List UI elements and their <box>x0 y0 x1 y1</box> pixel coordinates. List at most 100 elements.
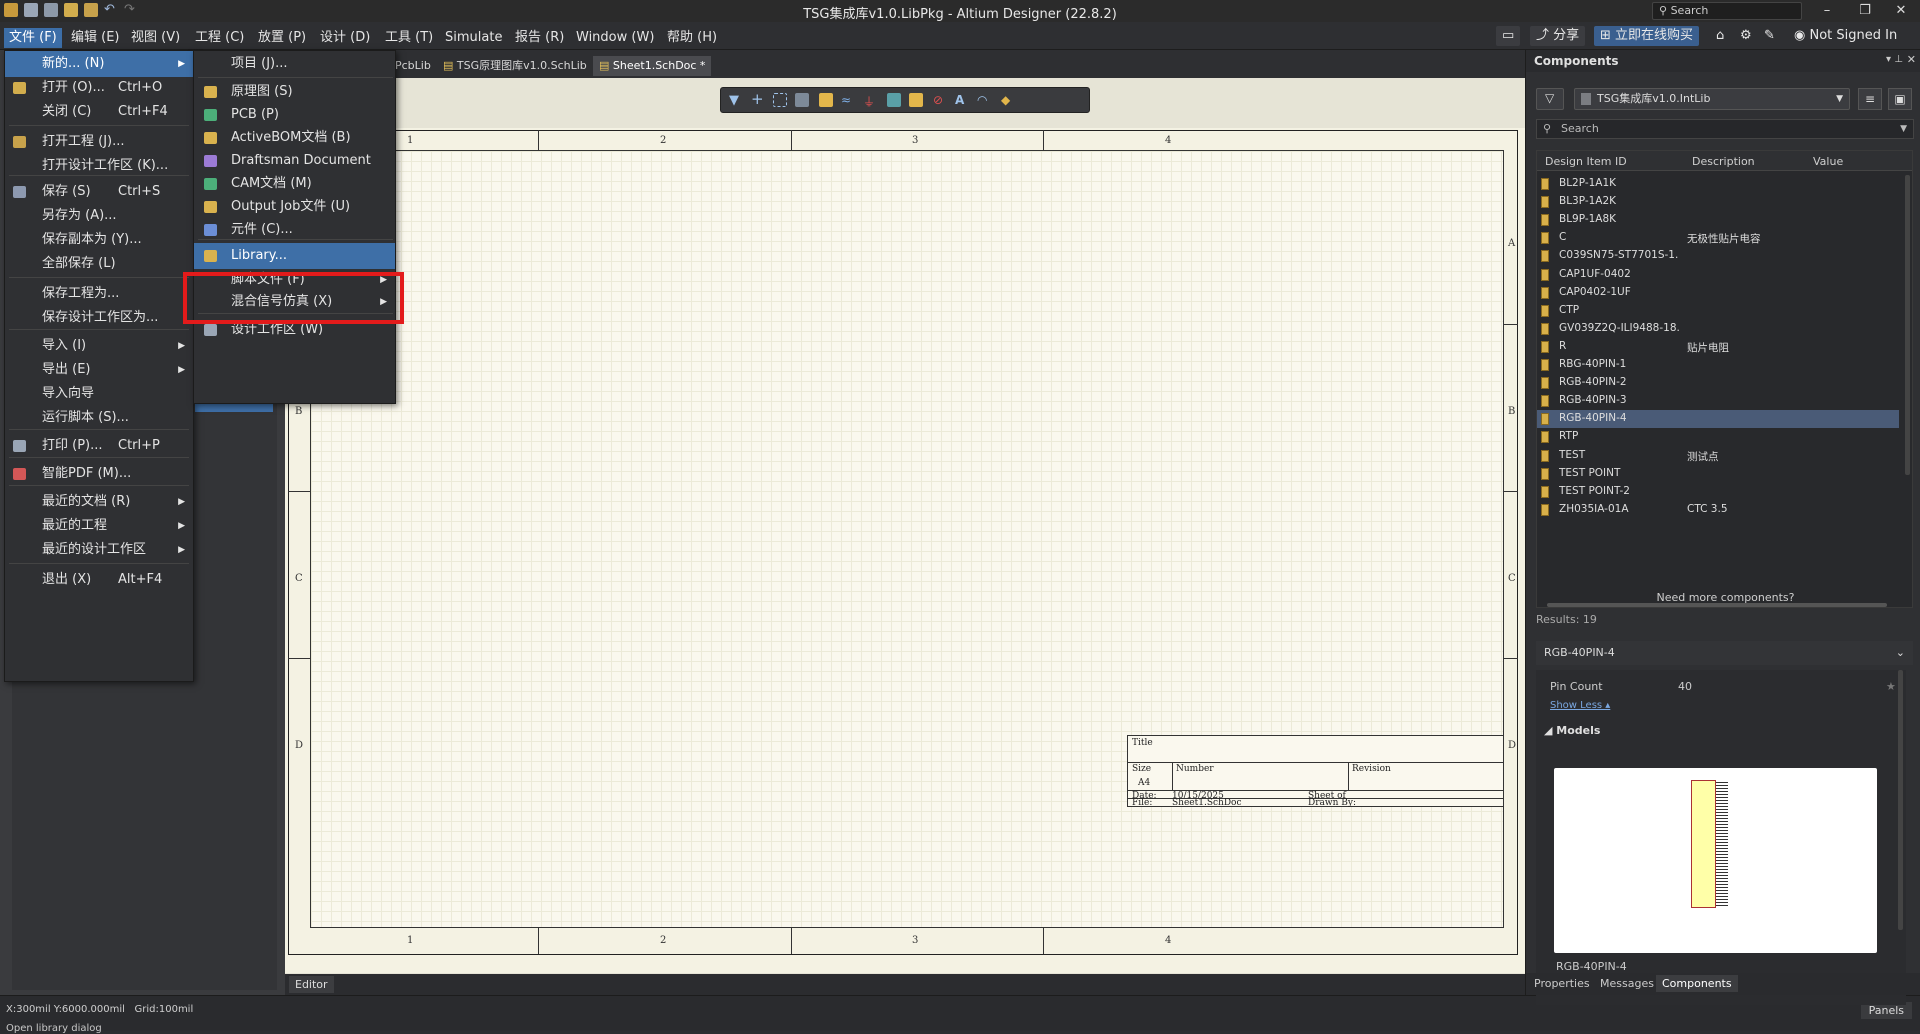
menu-help[interactable]: 帮助 (H) <box>662 28 722 48</box>
menu-project[interactable]: 工程 (C) <box>190 28 249 48</box>
port-icon[interactable] <box>909 93 923 107</box>
table-row[interactable]: RTP <box>1537 428 1899 446</box>
file-menu-item[interactable]: 新的... (N) ▶ <box>5 51 193 77</box>
file-menu-item[interactable]: 最近的文档 (R) ▶ <box>5 489 193 515</box>
col-design-item-id[interactable]: Design Item ID <box>1545 155 1627 168</box>
collapse-icon[interactable]: ⌄ <box>1896 641 1905 665</box>
table-row[interactable]: TEST POINT <box>1537 465 1899 483</box>
menu-place[interactable]: 放置 (P) <box>253 28 311 48</box>
notifications-icon[interactable]: ▭ <box>1496 26 1520 46</box>
table-row[interactable]: CTP <box>1537 302 1899 320</box>
close-button[interactable]: ✕ <box>1886 2 1916 20</box>
file-menu-item[interactable]: 最近的设计工作区 ▶ <box>5 537 193 563</box>
panel-menu-icon[interactable]: ▾ <box>1886 54 1891 65</box>
new-submenu-item[interactable]: 项目 (J)... <box>194 51 395 77</box>
table-row[interactable]: BL2P-1A1K <box>1537 175 1899 193</box>
vertical-scrollbar[interactable] <box>1905 175 1910 475</box>
file-menu-item[interactable]: 保存设计工作区为... <box>5 305 193 331</box>
filter-icon[interactable]: ▼ <box>729 93 743 108</box>
tab-pcblib[interactable]: PcbLib <box>389 56 437 76</box>
preview-toggle-icon[interactable]: ▣ <box>1888 88 1912 110</box>
table-row[interactable]: BL9P-1A8K <box>1537 211 1899 229</box>
maximize-button[interactable]: ❐ <box>1850 2 1880 20</box>
file-menu-item[interactable]: 全部保存 (L) <box>5 251 193 277</box>
file-menu-item[interactable]: 保存 (S) Ctrl+S <box>5 179 193 205</box>
select-area-icon[interactable] <box>773 93 787 107</box>
pin-icon[interactable]: ⊥ <box>1894 54 1903 65</box>
file-menu-item[interactable]: 另存为 (A)... <box>5 203 193 229</box>
chevron-down-icon[interactable]: ▼ <box>1900 120 1907 138</box>
table-row[interactable]: RBG-40PIN-1 <box>1537 356 1899 374</box>
menu-file[interactable]: 文件 (F) <box>4 28 62 48</box>
net-label-icon[interactable] <box>887 93 901 107</box>
table-row[interactable]: C039SN75-ST7701S-1... <box>1537 247 1899 265</box>
models-section-label[interactable]: ◢ Models <box>1544 724 1600 737</box>
file-menu-item[interactable]: 打开工程 (J)... <box>5 129 193 155</box>
file-menu-item[interactable]: 导入向导 <box>5 381 193 407</box>
file-menu-item[interactable]: 退出 (X) Alt+F4 <box>5 567 193 593</box>
tab-sheet1[interactable]: ▤ Sheet1.SchDoc * <box>593 56 712 76</box>
table-row[interactable]: ZH035IA-01A CTC 3.5 <box>1537 501 1899 519</box>
col-value[interactable]: Value <box>1813 155 1843 168</box>
directive-icon[interactable]: ⊘ <box>933 93 947 107</box>
text-icon[interactable]: A <box>955 93 969 107</box>
menu-edit[interactable]: 编辑 (E) <box>66 28 125 48</box>
global-search-input[interactable]: ⚲ Search <box>1652 2 1802 20</box>
list-view-icon[interactable]: ≡ <box>1858 88 1882 110</box>
buy-online-button[interactable]: ⊞ 立即在线购买 <box>1594 26 1700 46</box>
detail-header[interactable]: RGB-40PIN-4 ⌄ <box>1536 641 1913 665</box>
components-search-input[interactable]: ⚲ Search ▼ <box>1536 119 1914 139</box>
table-row[interactable]: RGB-40PIN-4 <box>1537 410 1899 429</box>
menu-view[interactable]: 视图 (V) <box>126 28 185 48</box>
horizontal-scrollbar[interactable] <box>1547 603 1887 607</box>
tab-messages[interactable]: Messages <box>1600 977 1654 990</box>
ground-icon[interactable]: ⏚ <box>863 93 877 109</box>
file-menu-item[interactable]: 保存工程为... <box>5 281 193 307</box>
table-row[interactable]: BL3P-1A2K <box>1537 193 1899 211</box>
extensions-icon[interactable]: ✎ <box>1758 26 1781 46</box>
crosshair-icon[interactable]: + <box>751 92 765 107</box>
new-library-menu-item[interactable]: Library... <box>194 243 395 269</box>
part-icon[interactable] <box>819 93 833 107</box>
filter-button[interactable]: ▽ <box>1536 88 1564 110</box>
home-icon[interactable]: ⌂ <box>1710 26 1730 46</box>
wire-icon[interactable]: ≈ <box>841 93 855 107</box>
file-menu-item[interactable]: 导入 (I) ▶ <box>5 333 193 359</box>
tab-properties[interactable]: Properties <box>1534 977 1590 990</box>
share-button[interactable]: ⤴ 分享 <box>1530 26 1586 46</box>
table-row[interactable]: GV039Z2Q-ILI9488-18... <box>1537 320 1899 338</box>
file-menu-item[interactable]: 运行脚本 (S)... <box>5 405 193 431</box>
detail-scrollbar[interactable] <box>1898 670 1903 930</box>
star-icon[interactable]: ★ <box>1886 680 1896 693</box>
table-row[interactable]: TEST 测试点 <box>1537 447 1899 465</box>
arc-icon[interactable]: ◠ <box>977 93 991 107</box>
table-row[interactable]: TEST POINT-2 <box>1537 483 1899 501</box>
menu-design[interactable]: 设计 (D) <box>315 28 375 48</box>
tab-components[interactable]: Components <box>1656 975 1738 992</box>
file-menu-item[interactable]: 最近的工程 ▶ <box>5 513 193 539</box>
tab-schlib[interactable]: ▤ TSG原理图库v1.0.SchLib <box>437 56 593 76</box>
table-row[interactable]: CAP0402-1UF <box>1537 284 1899 302</box>
menu-reports[interactable]: 报告 (R) <box>510 28 569 48</box>
menu-simulate[interactable]: Simulate <box>440 28 507 48</box>
close-panel-icon[interactable]: ✕ <box>1907 53 1916 66</box>
sign-in-button[interactable]: ◉ Not Signed In <box>1788 26 1903 46</box>
file-menu-item[interactable]: 保存副本为 (Y)... <box>5 227 193 253</box>
library-select[interactable]: TSG集成库v1.0.IntLib ▼ <box>1574 88 1850 110</box>
new-submenu-item[interactable]: 元件 (C)... <box>194 217 395 243</box>
table-row[interactable]: R 贴片电阻 <box>1537 338 1899 356</box>
file-menu-item[interactable]: 智能PDF (M)... <box>5 461 193 487</box>
file-menu-item[interactable]: 关闭 (C) Ctrl+F4 <box>5 99 193 125</box>
file-menu-item[interactable]: 导出 (E) ▶ <box>5 357 193 383</box>
align-icon[interactable] <box>795 93 809 107</box>
show-less-link[interactable]: Show Less ▴ <box>1550 700 1610 711</box>
editor-tab[interactable]: Editor <box>289 976 334 993</box>
table-row[interactable]: RGB-40PIN-2 <box>1537 374 1899 392</box>
col-description[interactable]: Description <box>1692 155 1755 168</box>
table-row[interactable]: RGB-40PIN-3 <box>1537 392 1899 410</box>
file-menu-item[interactable]: 打开 (O)... Ctrl+O <box>5 75 193 101</box>
gear-icon[interactable]: ⚙ <box>1734 26 1758 46</box>
menu-tools[interactable]: 工具 (T) <box>380 28 438 48</box>
file-menu-item[interactable]: 打印 (P)... Ctrl+P <box>5 433 193 459</box>
schematic-editor[interactable]: ▼ + ≈ ⏚ ⊘ A ◠ ◆ 1 2 3 4 1 2 3 4 B C D A … <box>285 78 1525 974</box>
